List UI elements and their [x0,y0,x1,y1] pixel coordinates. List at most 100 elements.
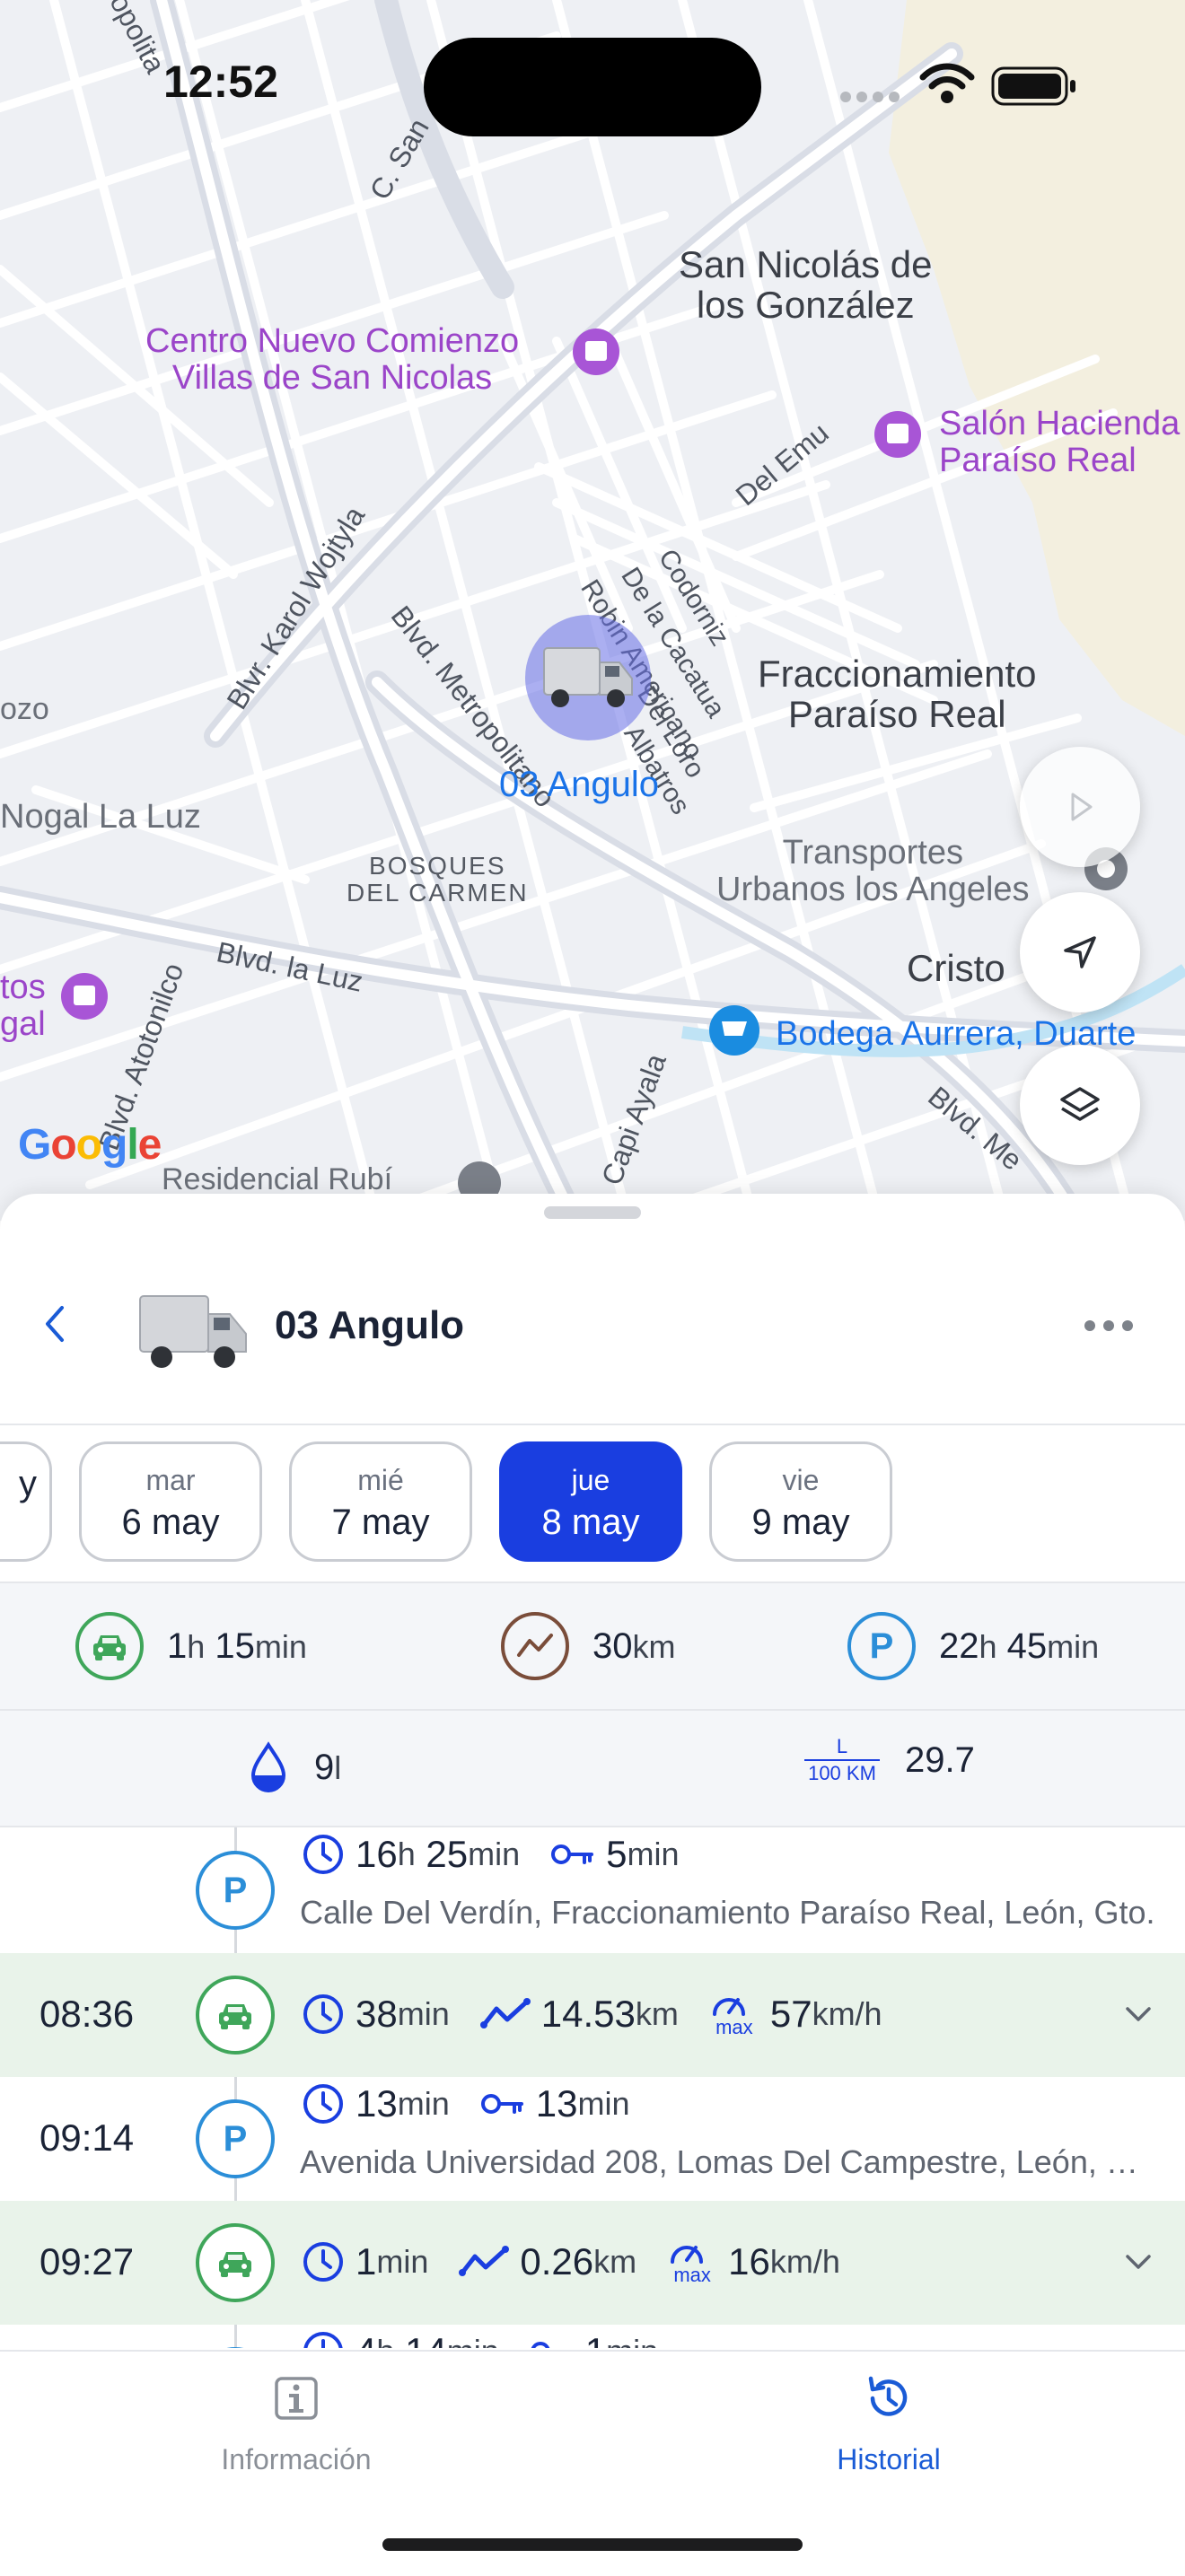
map-place-ozo: ozo [0,692,49,726]
map-place-transportes: Transportes Urbanos los Angeles [716,834,1030,909]
parking-icon: P [196,2347,275,2348]
history-timeline: P 16 h 25 min 5 min Calle Del Verdín, Fracc… [0,1827,1185,2348]
more-horizontal-icon [1084,1320,1133,1331]
map-poi-tos-gal[interactable]: tos gal [0,968,46,1043]
map-poi-centro-nuevo[interactable]: Centro Nuevo Comienzo Villas de San Nico… [145,322,519,397]
row-time: 08:36 [40,1993,135,2035]
day-chip-prev[interactable]: y [0,1441,52,1562]
ignition-time: 1min [530,2330,658,2348]
map-place-nogal: Nogal La Luz [0,798,201,836]
ignition-time: 5 min [550,1833,680,1876]
parking-icon: P [196,1851,275,1930]
sheet-header: 03 Angulo [0,1248,1185,1400]
liters-per-100km-icon: L 100 KM [804,1735,880,1784]
parking-icon: P [847,1612,916,1680]
parking-duration: 13 min [302,2082,450,2125]
fuel-used: 9l [248,1741,341,1793]
car-icon [196,1976,275,2055]
timeline-row-drive[interactable]: 09:27 1 min 0.26 km max 16 km/h [0,2201,1185,2325]
timeline-row-drive[interactable]: 08:36 38 min 14.53 km max 57 km/h [0,1953,1185,2077]
parking-duration: 16 h 25 min [302,1833,520,1876]
vehicle-marker-label: 03 Angulo [499,765,659,804]
chevron-down-icon[interactable] [1120,2244,1156,2280]
car-icon [196,2223,275,2302]
route-icon [479,1998,531,2028]
drive-distance: 14.53 km [479,1993,679,2036]
clock-icon [303,2084,343,2124]
more-options-button[interactable] [1077,1303,1140,1348]
clock-icon [303,1994,343,2034]
car-icon [75,1612,144,1680]
play-icon [1071,793,1093,821]
map-poi-salon[interactable]: Salón Hacienda Paraíso Real [939,405,1180,479]
day-selector: y mar 6 may mié 7 may jue 8 may vie 9 may [0,1425,1185,1578]
max-speed: max 16 km/h [667,2239,840,2285]
timeline-row-parking[interactable]: 09:14 P 13 min 13 min Avenida Universidad … [0,2077,1185,2201]
day-chip-tue[interactable]: mar 6 may [79,1441,262,1562]
battery-icon [991,66,1075,106]
drive-duration: 1 min [302,2240,428,2283]
drive-duration: 38 min [302,1993,450,2036]
max-speed: max 57 km/h [709,1991,882,2037]
route-icon [459,2246,510,2276]
timeline-row-parking[interactable]: P 4h 14min 1min [0,2325,1185,2348]
chevron-down-icon[interactable] [1120,1996,1156,2032]
summary-parking-time: P 22h 45min [847,1583,1099,1709]
summary-distance: 30km [501,1583,676,1709]
vehicle-name: 03 Angulo [275,1303,465,1347]
truck-icon [543,647,633,707]
truck-icon [139,1295,247,1368]
row-time: 09:27 [40,2240,135,2282]
parking-address: Calle Del Verdín, Fraccionamiento Paraís… [300,1894,1155,1931]
day-chip-wed[interactable]: mié 7 may [289,1441,472,1562]
summary-driving-time: 1h 15min [75,1583,307,1709]
clock-icon [303,2242,343,2282]
key-icon [531,2342,550,2348]
speedometer-icon: max [667,2239,717,2285]
key-icon [480,2094,523,2114]
back-button[interactable] [27,1292,81,1355]
route-icon [501,1612,569,1680]
fuel-summary: 9l L 100 KM 29.7 [0,1711,1185,1826]
locate-button[interactable] [1020,892,1140,1012]
map-place-cristo: Cristo [907,947,1005,989]
status-time: 12:52 [163,57,278,107]
row-time: 09:14 [40,2116,135,2159]
tab-information[interactable]: Información [162,2370,431,2476]
wifi-icon [919,63,975,103]
info-icon [275,2377,318,2420]
signal-dots-icon [840,92,900,102]
google-logo: Google [18,1121,162,1169]
tab-history[interactable]: Historial [754,2370,1023,2476]
parking-duration: 4h 14min [302,2330,499,2348]
day-chip-thu[interactable]: jue 8 may [499,1441,682,1562]
parking-address: Avenida Universidad 208, Lomas Del Campe… [300,2143,1162,2180]
fuel-drop-icon [250,1741,286,1792]
speedometer-icon: max [709,1991,759,2037]
map-place-bosques: BOSQUES DEL CARMEN [347,852,529,907]
layers-icon [1060,1087,1100,1121]
map-place-fraccionamiento: Fraccionamiento Paraíso Real [758,653,1037,736]
tab-information-label: Información [221,2443,372,2475]
vehicle-marker[interactable] [525,615,651,740]
drive-distance: 0.26 km [459,2240,636,2283]
sheet-grabber[interactable] [544,1206,641,1219]
map-place-san-nicolas: San Nicolás de los González [679,243,933,327]
dynamic-island [424,38,761,136]
chevron-left-icon [46,1306,64,1342]
home-indicator [382,2538,803,2551]
ignition-time: 13 min [480,2082,629,2125]
tab-history-label: Historial [837,2443,941,2475]
play-button[interactable] [1020,747,1140,867]
day-summary: 1h 15min 30km P 22h 45min [0,1583,1185,1709]
fuel-consumption: L 100 KM 29.7 [804,1735,975,1784]
map-view[interactable]: San Nicolás de los González Centro Nuevo… [0,0,1185,1221]
key-icon [551,1844,594,1864]
timeline-row-parking[interactable]: P 16 h 25 min 5 min Calle Del Verdín, Fracc… [0,1827,1185,1953]
parking-icon: P [196,2099,275,2178]
day-chip-fri[interactable]: vie 9 may [709,1441,892,1562]
map-layers-button[interactable] [1020,1045,1140,1165]
history-icon [868,2376,908,2416]
clock-icon [303,2332,343,2348]
navigation-arrow-icon [1064,936,1096,968]
